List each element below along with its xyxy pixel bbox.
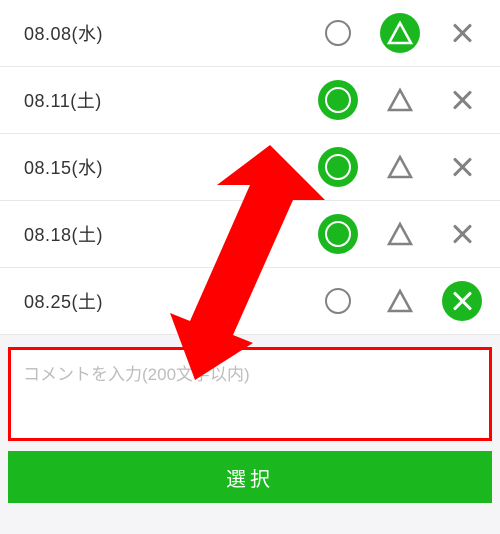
date-label: 08.18(土) [24, 221, 318, 247]
date-label: 08.11(土) [24, 87, 318, 113]
x-icon [451, 156, 473, 178]
option-x[interactable] [442, 281, 482, 321]
comment-input[interactable] [23, 360, 477, 428]
date-row: 08.15(水) [0, 134, 500, 201]
option-x[interactable] [442, 13, 482, 53]
circle-icon [325, 20, 351, 46]
options-group [318, 13, 482, 53]
options-group [318, 147, 482, 187]
circle-icon [325, 87, 351, 113]
option-triangle[interactable] [380, 80, 420, 120]
date-list: 08.08(水) 08.11(土) 08.15(水) [0, 0, 500, 335]
triangle-icon [386, 154, 414, 180]
circle-icon [325, 221, 351, 247]
option-triangle[interactable] [380, 214, 420, 254]
date-label: 08.15(水) [24, 154, 318, 180]
date-row: 08.11(土) [0, 67, 500, 134]
select-button[interactable]: 選択 [8, 451, 492, 503]
option-x[interactable] [442, 80, 482, 120]
option-triangle[interactable] [380, 13, 420, 53]
date-row: 08.25(土) [0, 268, 500, 335]
date-row: 08.08(水) [0, 0, 500, 67]
option-triangle[interactable] [380, 147, 420, 187]
x-icon [451, 290, 473, 312]
triangle-icon [386, 87, 414, 113]
option-triangle[interactable] [380, 281, 420, 321]
x-icon [451, 89, 473, 111]
triangle-icon [386, 221, 414, 247]
option-circle[interactable] [318, 13, 358, 53]
triangle-icon [386, 20, 414, 46]
comment-box [8, 347, 492, 441]
options-group [318, 80, 482, 120]
circle-icon [325, 154, 351, 180]
option-x[interactable] [442, 214, 482, 254]
date-row: 08.18(土) [0, 201, 500, 268]
x-icon [451, 223, 473, 245]
date-label: 08.25(土) [24, 288, 318, 314]
option-circle[interactable] [318, 147, 358, 187]
select-button-label: 選択 [226, 463, 274, 492]
triangle-icon [386, 288, 414, 314]
x-icon [451, 22, 473, 44]
options-group [318, 214, 482, 254]
date-label: 08.08(水) [24, 20, 318, 46]
option-circle[interactable] [318, 281, 358, 321]
option-x[interactable] [442, 147, 482, 187]
options-group [318, 281, 482, 321]
option-circle[interactable] [318, 80, 358, 120]
circle-icon [325, 288, 351, 314]
option-circle[interactable] [318, 214, 358, 254]
